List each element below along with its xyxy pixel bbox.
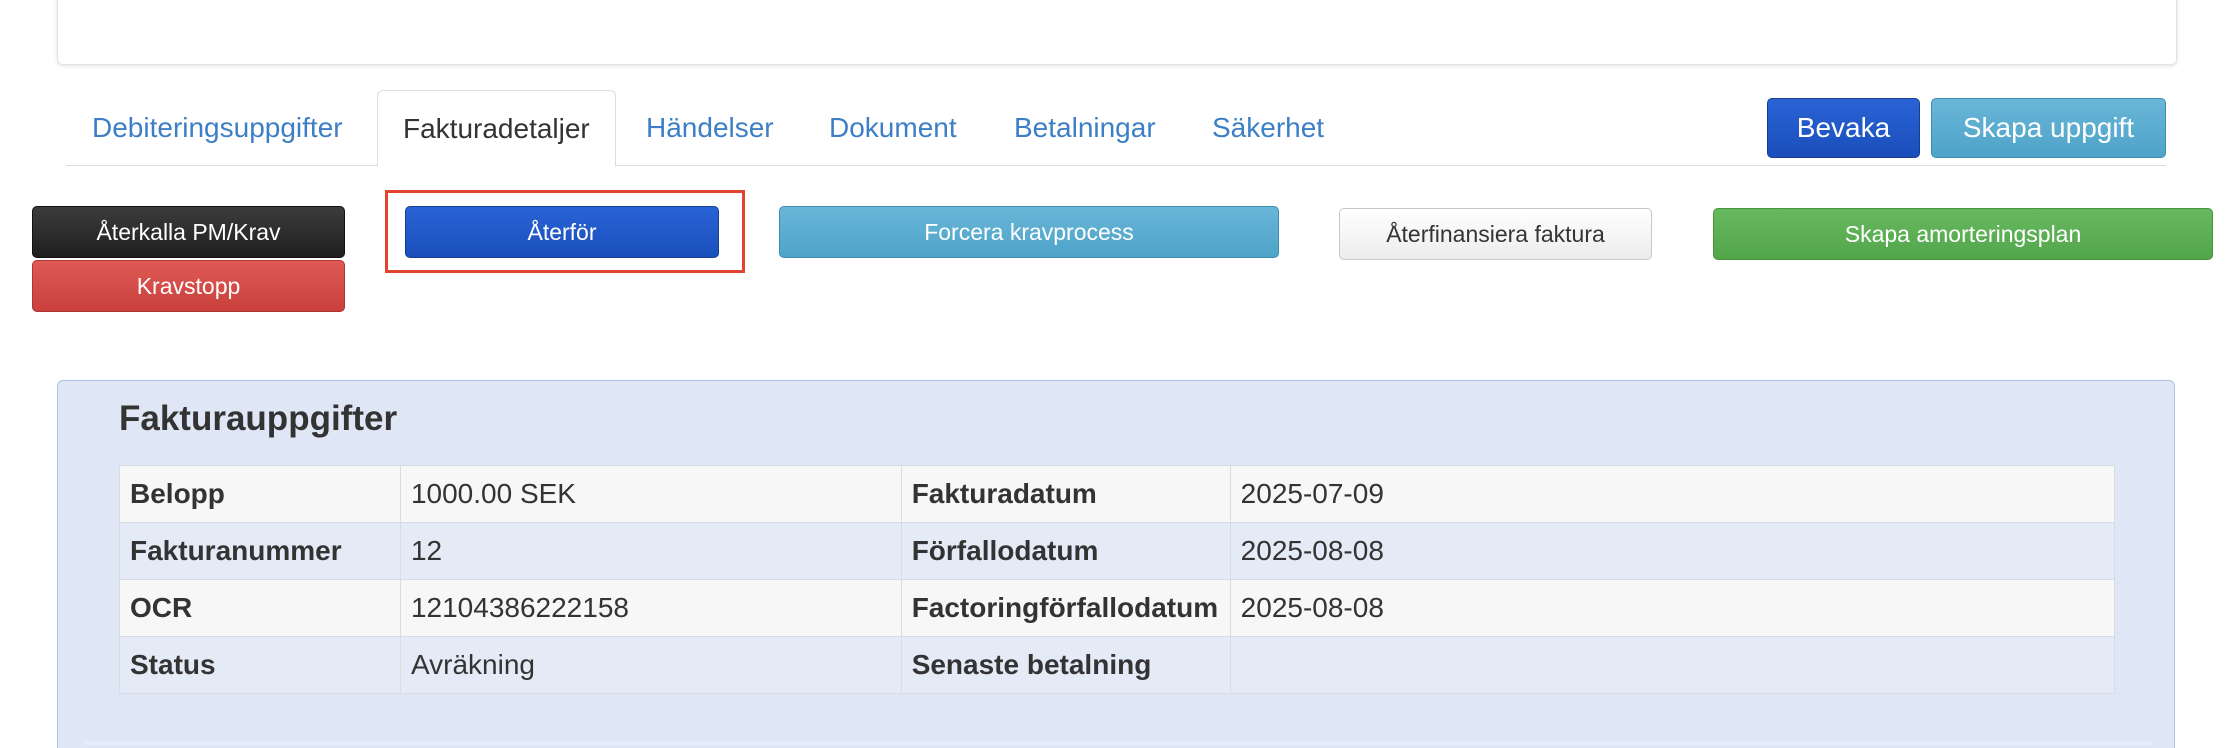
bevaka-button[interactable]: Bevaka [1767,98,1920,158]
forcera-kravprocess-button[interactable]: Forcera kravprocess [779,206,1279,258]
fakturanummer-label: Fakturanummer [119,522,401,580]
top-card [57,0,2177,65]
belopp-label: Belopp [119,465,401,523]
senaste-betalning-value [1229,636,2116,694]
tab-sakerhet[interactable]: Säkerhet [1212,90,1324,164]
panel-title: Fakturauppgifter [119,399,398,438]
table-row: OCR 12104386222158 Factoringförfallodatu… [119,579,2116,637]
invoice-panel: Fakturauppgifter Belopp 1000.00 SEK Fakt… [57,380,2175,748]
aterkalla-pm-krav-button[interactable]: Återkalla PM/Krav [32,206,345,258]
ocr-value: 12104386222158 [399,579,902,637]
fakturanummer-value: 12 [399,522,902,580]
panel-inner-edge [83,741,2151,745]
forfallodatum-value: 2025-08-08 [1229,522,2116,580]
belopp-value: 1000.00 SEK [399,465,902,523]
fakturadatum-label: Fakturadatum [900,465,1231,523]
tab-dokument[interactable]: Dokument [829,90,957,164]
ocr-label: OCR [119,579,401,637]
factoringforfallodatum-value: 2025-08-08 [1229,579,2116,637]
senaste-betalning-label: Senaste betalning [900,636,1231,694]
aterfor-button[interactable]: Återför [405,206,719,258]
forfallodatum-label: Förfallodatum [900,522,1231,580]
tab-betalningar[interactable]: Betalningar [1014,90,1156,164]
aterfinansiera-faktura-button[interactable]: Återfinansiera faktura [1339,208,1652,260]
fakturadatum-value: 2025-07-09 [1229,465,2116,523]
tab-handelser[interactable]: Händelser [646,90,774,164]
table-row: Status Avräkning Senaste betalning [119,636,2116,694]
skapa-uppgift-button[interactable]: Skapa uppgift [1931,98,2166,158]
status-label: Status [119,636,401,694]
skapa-amorteringsplan-button[interactable]: Skapa amorteringsplan [1713,208,2213,260]
table-row: Belopp 1000.00 SEK Fakturadatum 2025-07-… [119,465,2116,523]
tab-fakturadetaljer[interactable]: Fakturadetaljer [377,90,616,167]
status-value: Avräkning [399,636,902,694]
invoice-table: Belopp 1000.00 SEK Fakturadatum 2025-07-… [119,465,2116,694]
tab-debiteringsuppgifter[interactable]: Debiteringsuppgifter [92,90,343,164]
page: Debiteringsuppgifter Fakturadetaljer Hän… [0,0,2238,748]
kravstopp-button[interactable]: Kravstopp [32,260,345,312]
factoringforfallodatum-label: Factoringförfallodatum [900,579,1231,637]
table-row: Fakturanummer 12 Förfallodatum 2025-08-0… [119,522,2116,580]
